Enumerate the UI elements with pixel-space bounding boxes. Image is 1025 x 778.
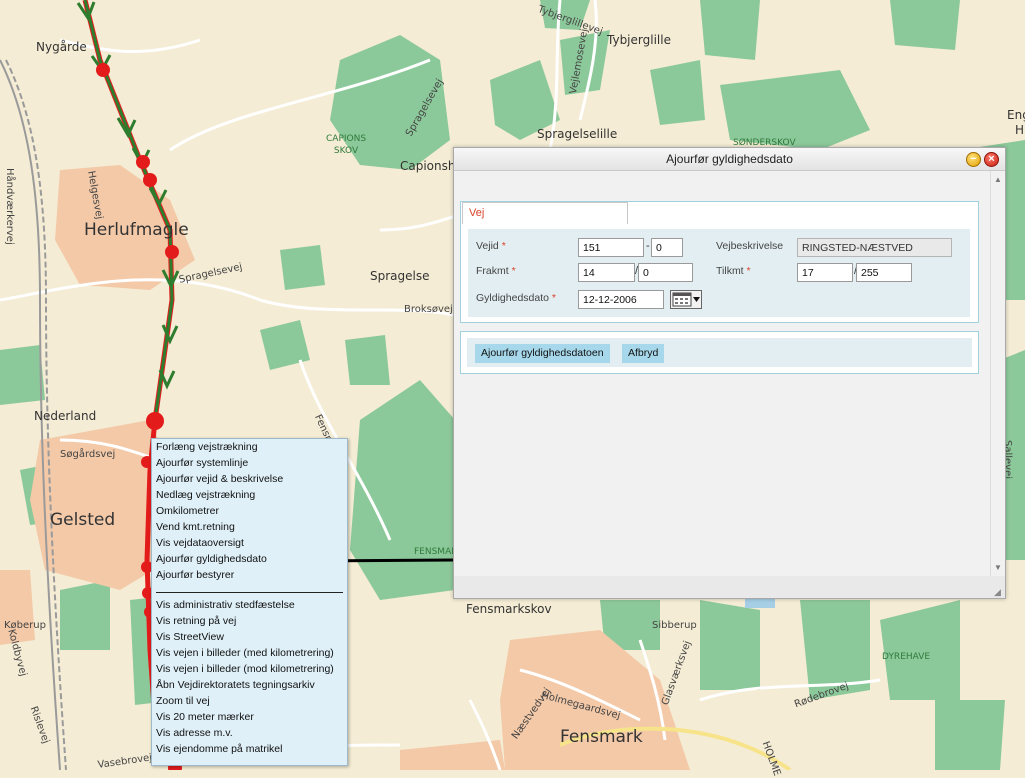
vejbeskrivelse-field [797,238,952,257]
menu-item-vis-retning[interactable]: Vis retning på vej [152,613,347,629]
vejid-input[interactable] [578,238,644,257]
place-gelsted: Gelsted [50,510,116,530]
menu-item-ajourfor-gyldighedsdato[interactable]: Ajourfør gyldighedsdato [152,551,347,567]
place-fensmark: Fensmark [560,727,643,747]
menu-item-omkilometrer[interactable]: Omkilometrer [152,503,347,519]
dialog-scrollbar[interactable]: ▲ ▼ [990,171,1005,576]
close-icon[interactable]: × [984,152,999,167]
menu-item-forlaeng-vejstraekning[interactable]: Forlæng vejstrækning [152,439,347,455]
place-eng: Eng [1007,108,1025,122]
menu-item-vis-20-meter-maerker[interactable]: Vis 20 meter mærker [152,709,347,725]
scroll-down-icon[interactable]: ▼ [994,563,1002,572]
place-spragelselille: Spragelselille [537,127,618,141]
button-area: Ajourfør gyldighedsdatoen Afbryd [467,338,972,367]
menu-separator [156,583,343,593]
frakmt-sub-input[interactable] [638,263,693,282]
place-h: H [1015,123,1025,137]
gyldighedsdato-dialog: Ajourfør gyldighedsdato − × Vej Vejid * … [453,147,1006,599]
road-context-menu: Forlæng vejstrækning Ajourfør systemlinj… [151,438,348,766]
forest-fensmark: FENSMAR [414,547,458,557]
tilkmt-label: Tilkmt * [716,265,751,277]
submit-gyldighedsdato-button[interactable]: Ajourfør gyldighedsdatoen [475,344,610,363]
road-handvaerkervej: Håndværkervej [4,168,15,245]
menu-item-vend-kmt-retning[interactable]: Vend kmt.retning [152,519,347,535]
vejbeskrivelse-label: Vejbeskrivelse [716,240,784,252]
dialog-titlebar[interactable]: Ajourfør gyldighedsdato − × [454,148,1005,171]
place-tybjerglille: Tybjerglille [607,33,671,47]
road-sogardsvej: Søgårdsvej [60,449,116,460]
form-area: Vejid * - Vejbeskrivelse Frakmt * / Tilk… [468,229,970,317]
place-spragelse: Spragelse [370,269,430,283]
dialog-title: Ajourfør gyldighedsdato [666,152,793,166]
menu-item-vis-administrativ-stedfaestelse[interactable]: Vis administrativ stedfæstelse [152,597,347,613]
vejid-label: Vejid * [476,240,506,252]
menu-item-nedlaeg-vejstraekning[interactable]: Nedlæg vejstrækning [152,487,347,503]
menu-item-vis-adresse[interactable]: Vis adresse m.v. [152,725,347,741]
menu-item-ajourfor-systemlinje[interactable]: Ajourfør systemlinje [152,455,347,471]
place-nygaarde: Nygårde [36,40,87,54]
gyldighedsdato-label: Gyldighedsdato * [476,292,556,304]
forest-dyrehave: DYREHAVE [882,652,931,662]
vejid-dash: - [646,240,650,252]
button-panel: Ajourfør gyldighedsdatoen Afbryd [460,331,979,374]
forest-capions-skov: CAPIONS SKOV [326,134,367,156]
menu-item-vis-ejendomme[interactable]: Vis ejendomme på matrikel [152,741,347,757]
menu-item-ajourfor-bestyrer[interactable]: Ajourfør bestyrer [152,567,347,583]
road-broksoevej: Broksøvej [404,304,453,315]
menu-item-vis-billeder-mod[interactable]: Vis vejen i billeder (mod kilometrering) [152,661,347,677]
place-herlufmagle: Herlufmagle [84,220,189,240]
tilkmt-sub-input[interactable] [856,263,912,282]
gyldighedsdato-input[interactable] [578,290,664,309]
place-sibberup: Sibberup [652,620,697,631]
calendar-icon[interactable] [670,290,702,309]
vejid-sub-input[interactable] [651,238,683,257]
menu-item-vis-vejdataoversigt[interactable]: Vis vejdataoversigt [152,535,347,551]
menu-item-zoom-til-vej[interactable]: Zoom til vej [152,693,347,709]
place-fensmarkskov: Fensmarkskov [466,602,552,616]
resize-grip-icon[interactable]: ◢ [994,587,1004,597]
scroll-up-icon[interactable]: ▲ [994,175,1002,184]
menu-item-vis-billeder-med[interactable]: Vis vejen i billeder (med kilometrering) [152,645,347,661]
tab-vej[interactable]: Vej [462,202,628,224]
minimize-icon[interactable]: − [966,152,981,167]
place-nederland: Nederland [34,409,97,423]
dialog-body: Vej Vejid * - Vejbeskrivelse Frakmt * / … [454,171,990,576]
tilkmt-input[interactable] [797,263,853,282]
cancel-button[interactable]: Afbryd [622,344,665,363]
menu-item-ajourfor-vejid[interactable]: Ajourfør vejid & beskrivelse [152,471,347,487]
menu-item-tegningsarkiv[interactable]: Åbn Vejdirektoratets tegningsarkiv [152,677,347,693]
menu-item-vis-streetview[interactable]: Vis StreetView [152,629,347,645]
frakmt-label: Frakmt * [476,265,516,277]
frakmt-input[interactable] [578,263,635,282]
